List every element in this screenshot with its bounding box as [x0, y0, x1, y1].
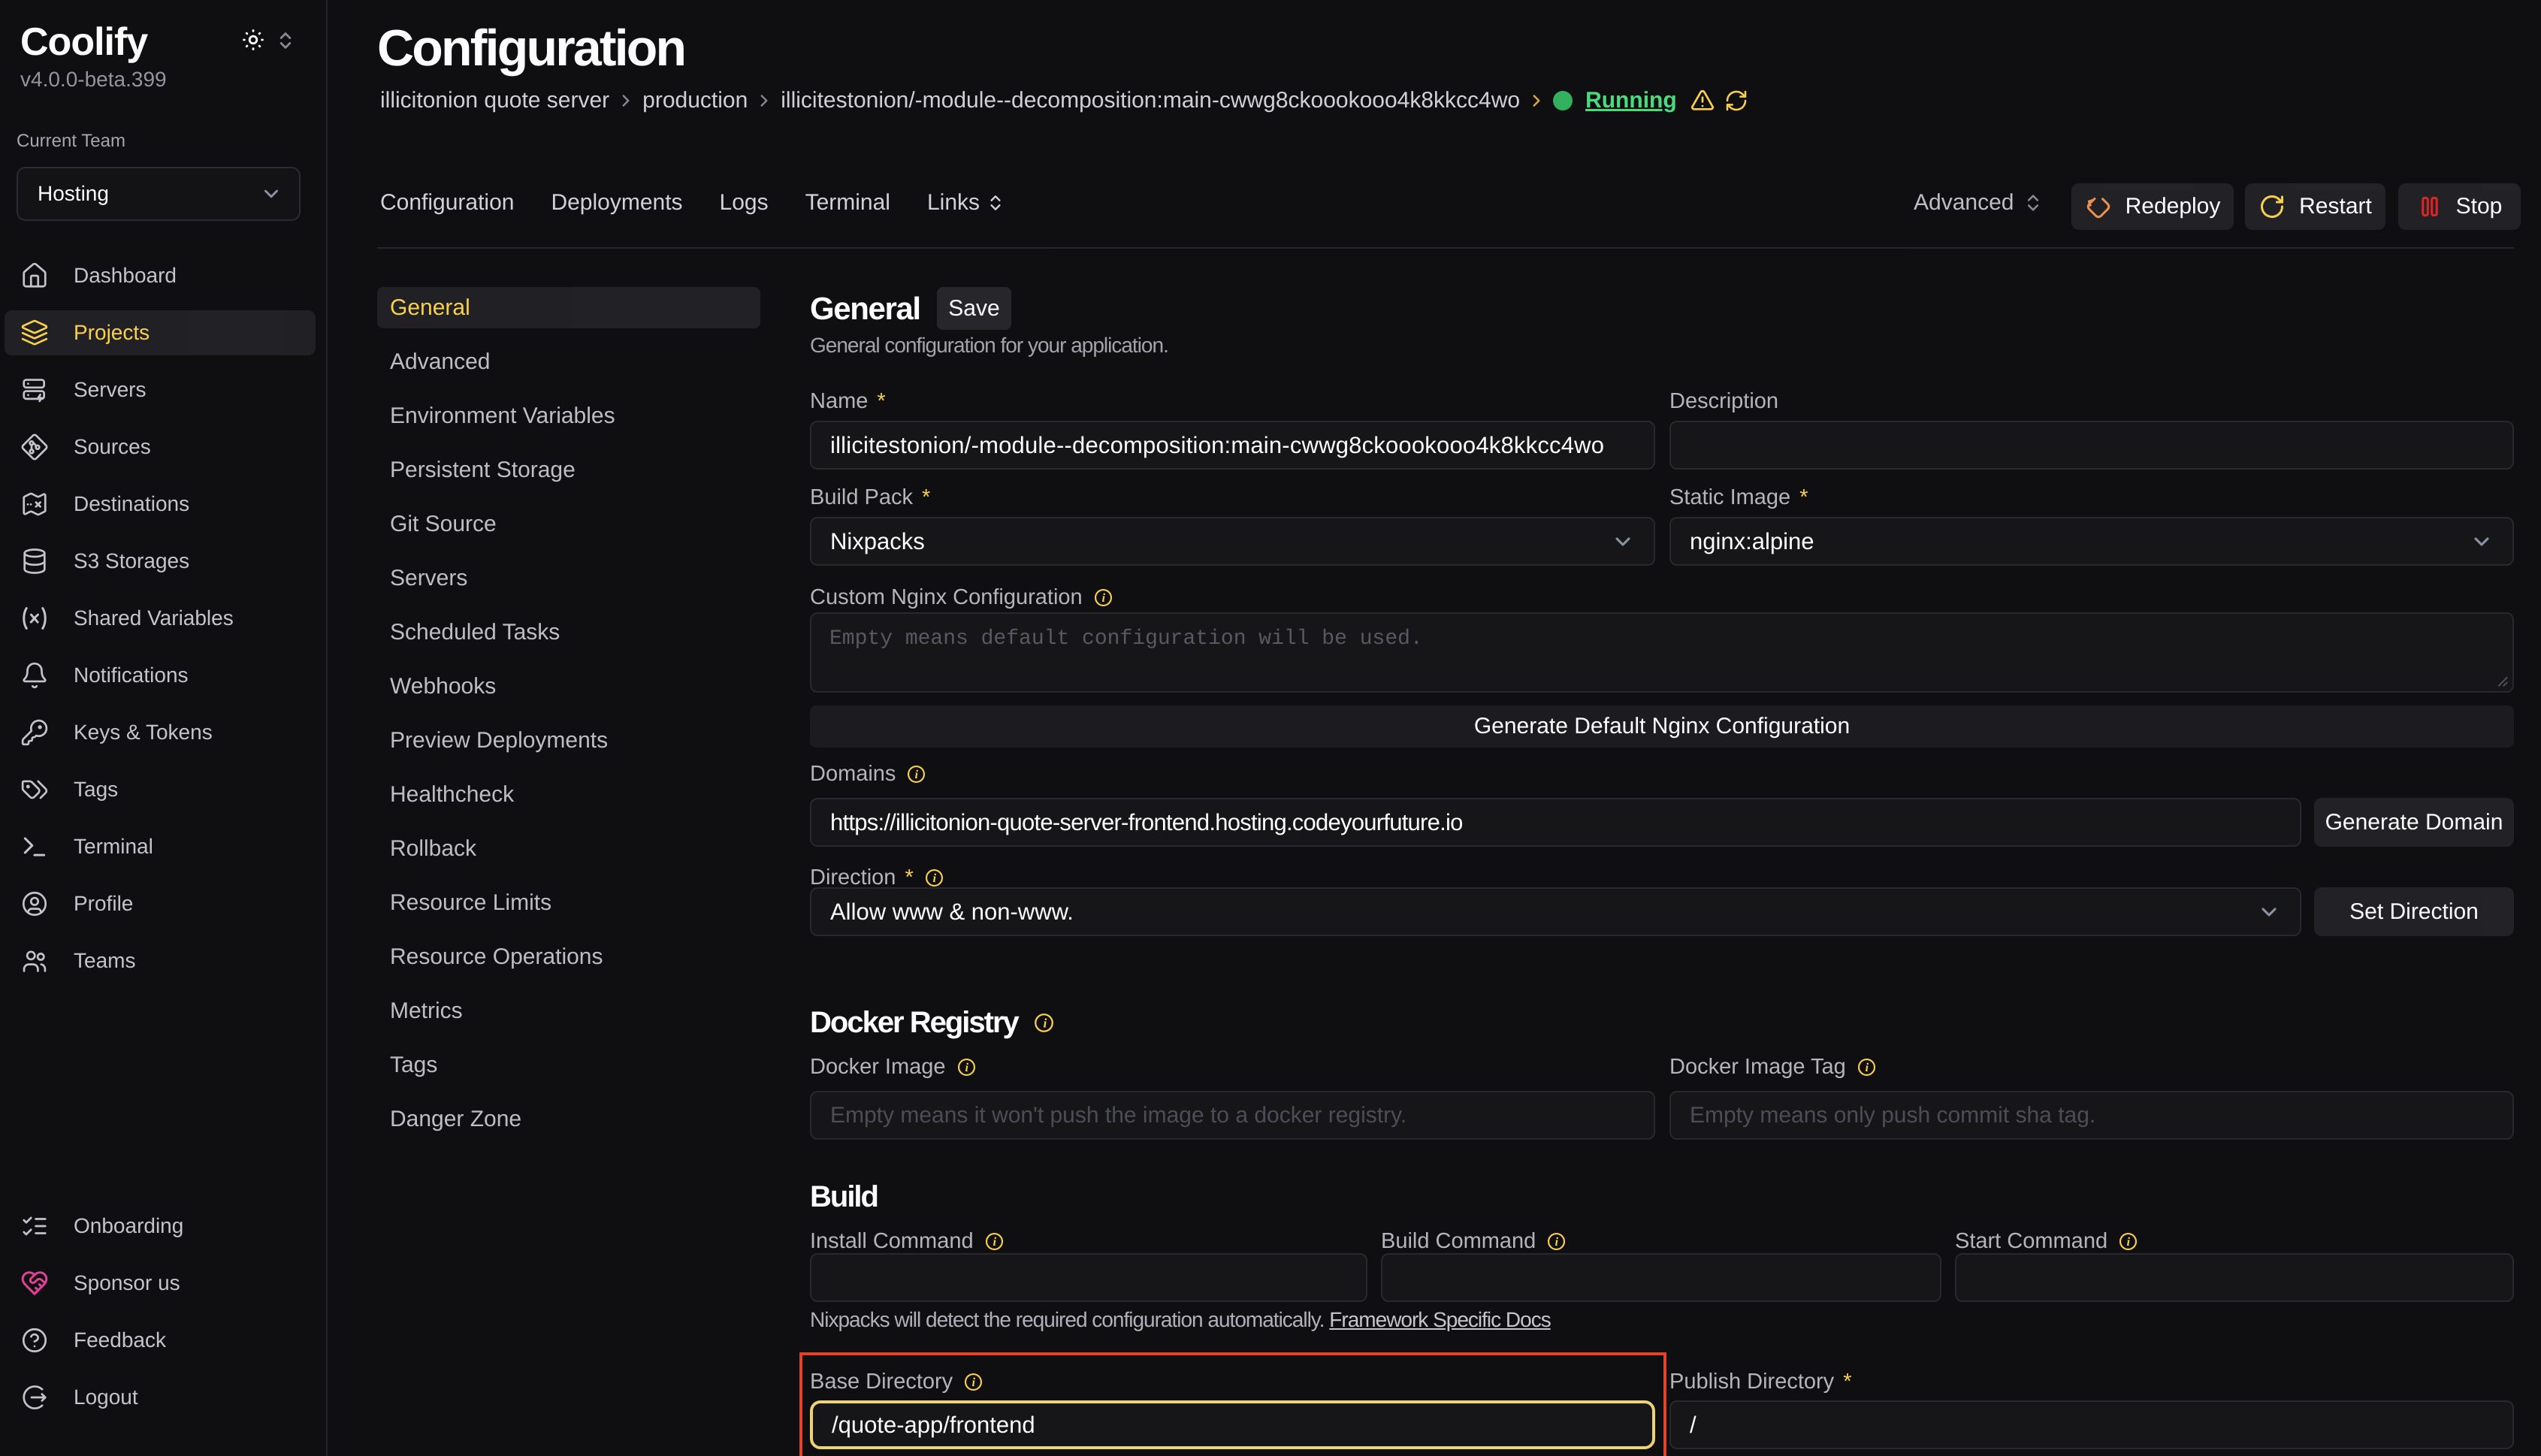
- svg-text:i: i: [1101, 591, 1105, 605]
- svg-text:i: i: [965, 1061, 968, 1074]
- svg-text:i: i: [1555, 1235, 1559, 1249]
- svg-text:i: i: [2127, 1235, 2131, 1249]
- svg-text:i: i: [1043, 1016, 1047, 1031]
- svg-text:i: i: [932, 871, 936, 885]
- svg-text:i: i: [1865, 1061, 1869, 1074]
- svg-text:i: i: [915, 768, 919, 781]
- svg-text:i: i: [993, 1235, 996, 1249]
